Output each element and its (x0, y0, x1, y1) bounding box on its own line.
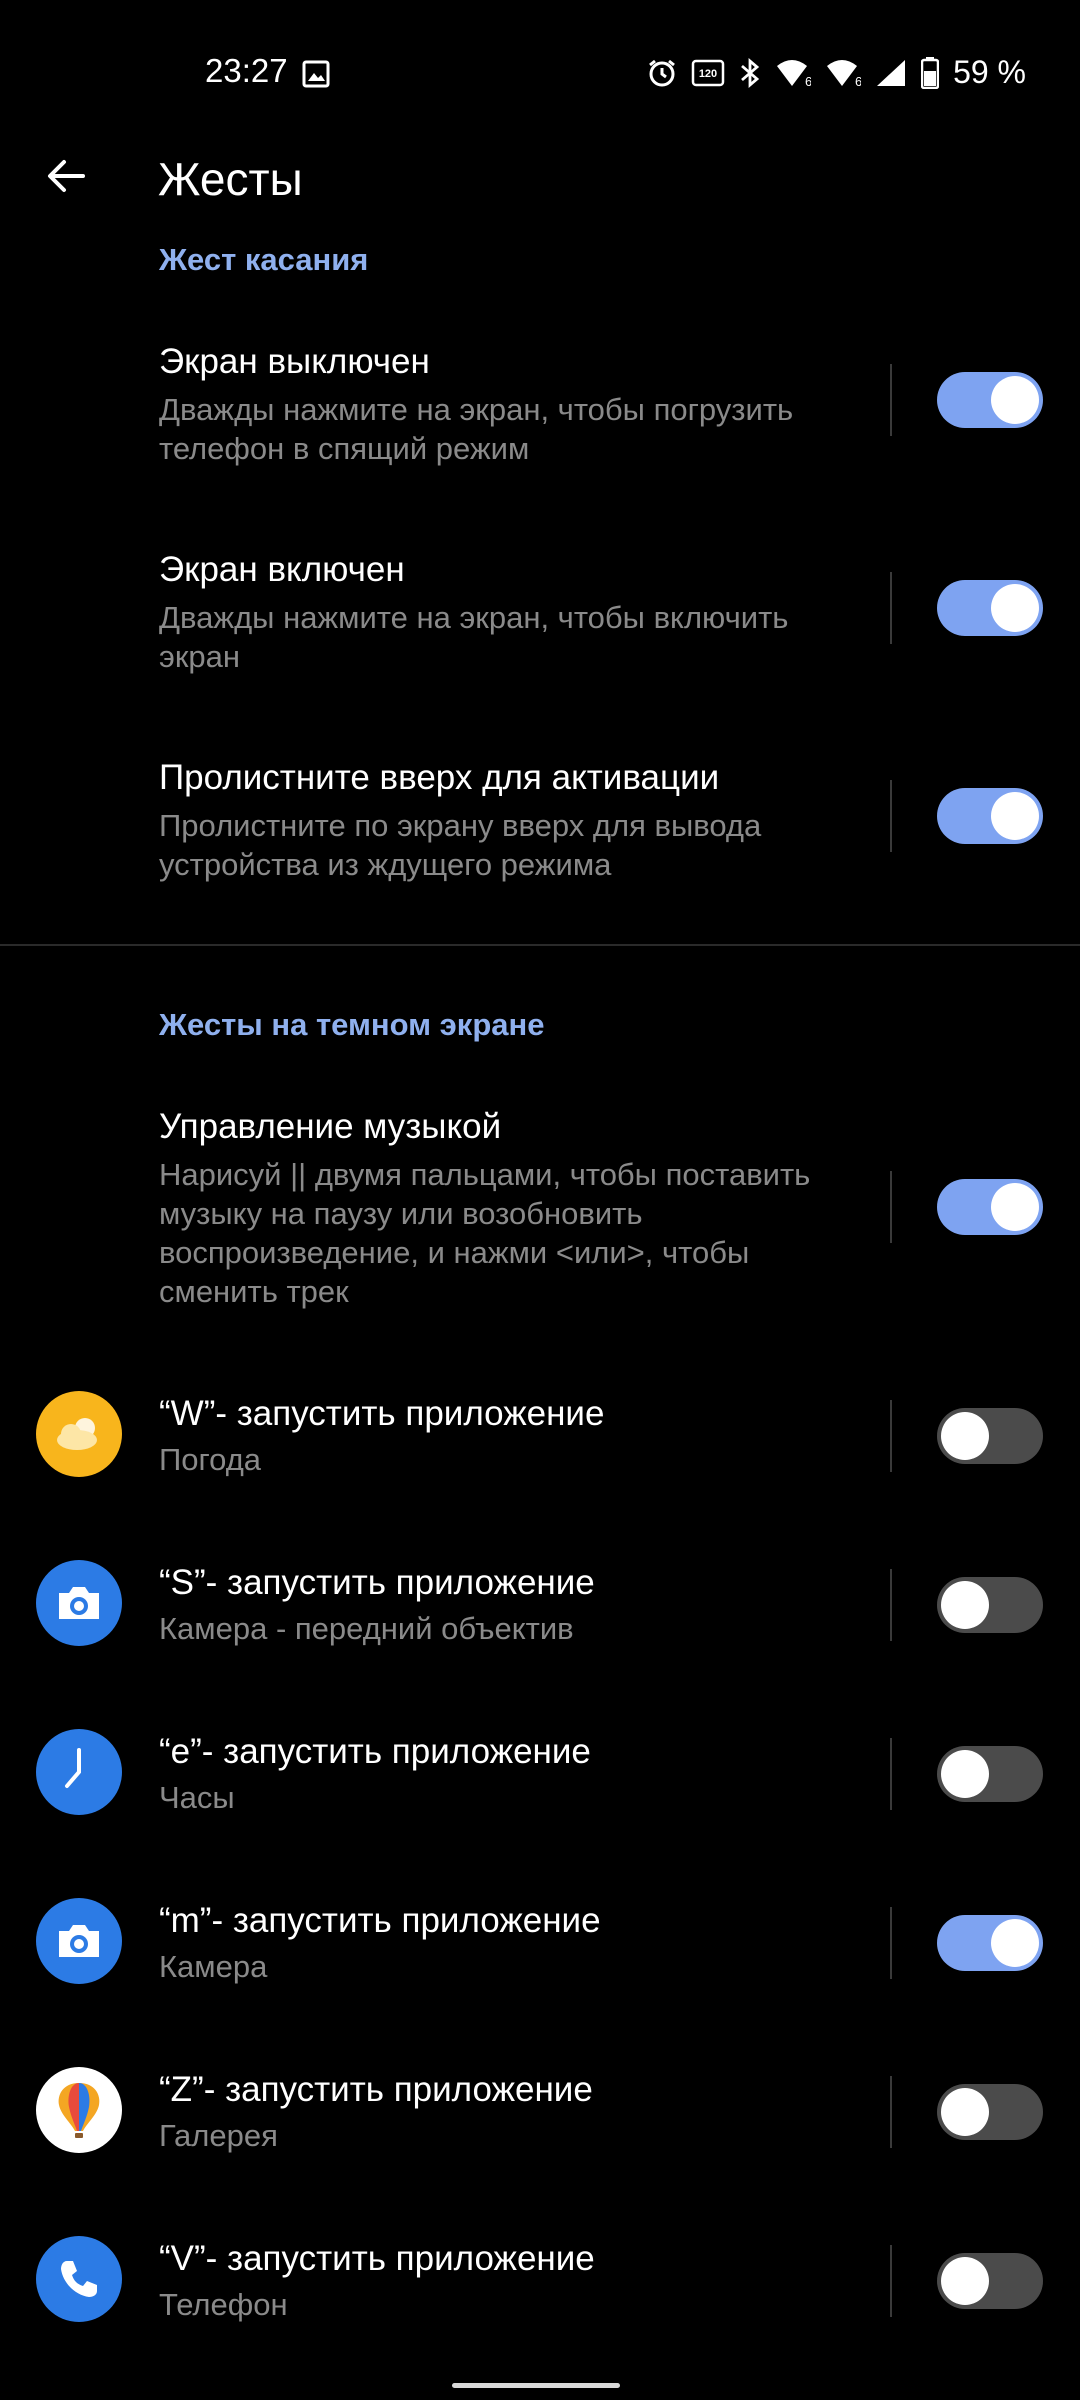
page-title: Жесты (158, 153, 303, 205)
status-bar: 23:27 120 6 6 59 % (0, 0, 1080, 148)
divider (890, 1400, 892, 1472)
setting-row-swipe-up[interactable]: Пролистните вверх для активации Пролистн… (0, 746, 1080, 896)
setting-subtitle: Погода (159, 1442, 262, 1477)
setting-row-letter-v[interactable]: “V”- запустить приложение Телефон (0, 2233, 1080, 2353)
signal-icon (875, 58, 907, 88)
camera-icon (36, 1898, 122, 1984)
toggle-swipe-up[interactable] (937, 788, 1043, 844)
camera-icon (36, 1560, 122, 1646)
svg-text:6: 6 (805, 74, 811, 88)
toggle-knob (991, 792, 1039, 840)
setting-title: “S”- запустить приложение (159, 1563, 595, 1602)
setting-subtitle: Часы (159, 1780, 235, 1815)
clock-icon (36, 1729, 122, 1815)
battery-icon (921, 56, 940, 89)
bluetooth-icon (739, 57, 761, 89)
setting-row-letter-e[interactable]: “e”- запустить приложение Часы (0, 1726, 1080, 1846)
setting-row-screen-on[interactable]: Экран включен Дважды нажмите на экран, ч… (0, 538, 1080, 688)
divider (890, 780, 892, 852)
arrow-left-icon (48, 160, 85, 192)
svg-text:6: 6 (855, 74, 861, 88)
120hz-icon: 120 (691, 58, 725, 88)
alarm-icon (647, 58, 677, 88)
setting-title: “e”- запустить приложение (159, 1732, 591, 1771)
wifi6-icon: 6 (825, 58, 861, 88)
back-button[interactable] (32, 142, 100, 210)
divider (890, 1569, 892, 1641)
divider (890, 1738, 892, 1810)
setting-title: Управление музыкой (159, 1107, 502, 1146)
toggle-knob (941, 2257, 989, 2305)
divider (890, 364, 892, 436)
toggle-music-control[interactable] (937, 1179, 1043, 1235)
setting-subtitle: Пролистните по экрану вверх для вывода у… (159, 808, 762, 882)
status-icons: 120 6 6 59 % (647, 54, 1026, 91)
divider (890, 1171, 892, 1243)
setting-subtitle: Галерея (159, 2118, 278, 2153)
toggle-screen-off[interactable] (937, 372, 1043, 428)
divider (890, 1907, 892, 1979)
setting-title: “V”- запустить приложение (159, 2239, 595, 2278)
battery-percent: 59 % (953, 54, 1026, 90)
setting-title: Пролистните вверх для активации (159, 758, 720, 797)
setting-title: Экран включен (159, 550, 405, 589)
navigation-handle[interactable] (452, 2383, 620, 2388)
divider (890, 2245, 892, 2317)
setting-subtitle: Дважды нажмите на экран, чтобы погрузить… (159, 392, 794, 466)
toggle-knob (991, 1919, 1039, 1967)
setting-row-music-control[interactable]: Управление музыкой Нарисуй || двумя паль… (0, 1095, 1080, 1315)
setting-row-screen-off[interactable]: Экран выключен Дважды нажмите на экран, … (0, 330, 1080, 480)
section-divider (0, 944, 1080, 946)
setting-subtitle: Нарисуй || двумя пальцами, чтобы постави… (159, 1157, 811, 1309)
toggle-knob (941, 1581, 989, 1629)
setting-subtitle: Телефон (159, 2287, 288, 2322)
toggle-knob (941, 2088, 989, 2136)
toggle-letter-w[interactable] (937, 1408, 1043, 1464)
setting-title: Экран выключен (159, 342, 430, 381)
toggle-knob (941, 1750, 989, 1798)
setting-title: “Z”- запустить приложение (159, 2070, 593, 2109)
setting-title: “W”- запустить приложение (159, 1394, 605, 1433)
setting-subtitle: Дважды нажмите на экран, чтобы включить … (159, 600, 789, 674)
weather-icon (36, 1391, 122, 1477)
image-icon (302, 60, 330, 93)
setting-row-letter-m[interactable]: “m”- запустить приложение Камера (0, 1895, 1080, 2015)
section-header-dark-screen: Жесты на темном экране (159, 1007, 545, 1042)
toggle-screen-on[interactable] (937, 580, 1043, 636)
gallery-icon (36, 2067, 122, 2153)
setting-row-letter-w[interactable]: “W”- запустить приложение Погода (0, 1388, 1080, 1508)
wifi6-icon: 6 (775, 58, 811, 88)
toggle-knob (991, 1183, 1039, 1231)
toggle-knob (991, 376, 1039, 424)
setting-row-letter-s[interactable]: “S”- запустить приложение Камера - перед… (0, 1557, 1080, 1677)
toggle-letter-m[interactable] (937, 1915, 1043, 1971)
divider (890, 2076, 892, 2148)
toggle-knob (941, 1412, 989, 1460)
toggle-letter-s[interactable] (937, 1577, 1043, 1633)
toggle-letter-e[interactable] (937, 1746, 1043, 1802)
svg-text:120: 120 (699, 68, 717, 80)
status-time: 23:27 (205, 52, 288, 89)
toggle-letter-v[interactable] (937, 2253, 1043, 2309)
setting-subtitle: Камера (159, 1949, 268, 1984)
divider (890, 572, 892, 644)
toggle-knob (991, 584, 1039, 632)
setting-row-letter-z[interactable]: “Z”- запустить приложение Галерея (0, 2064, 1080, 2184)
phone-icon (36, 2236, 122, 2322)
toggle-letter-z[interactable] (937, 2084, 1043, 2140)
setting-subtitle: Камера - передний объектив (159, 1611, 574, 1646)
section-header-tap-gesture: Жест касания (159, 242, 369, 277)
setting-title: “m”- запустить приложение (159, 1901, 601, 1940)
